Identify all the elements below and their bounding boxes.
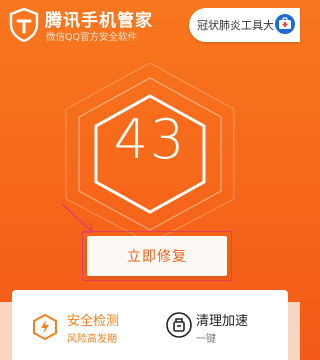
feature-subtitle: 一键: [196, 334, 216, 345]
cleaning-box-icon: [166, 312, 192, 338]
shield-logo-icon: [9, 8, 39, 42]
feature-subtitle: 风险高发期: [67, 334, 117, 345]
fix-now-button[interactable]: 立即修复: [87, 236, 227, 276]
feature-title: 安全检测: [67, 314, 120, 329]
medical-kit-icon[interactable]: [273, 12, 297, 36]
promo-label: 冠状肺炎工具大全: [197, 19, 285, 32]
app-title: 腾讯手机管家: [45, 11, 153, 31]
card-shadow-left: [0, 302, 12, 360]
feature-clean-speedup[interactable]: 清理加速 一键: [150, 290, 288, 360]
feature-title: 清理加速: [196, 314, 249, 329]
security-score: 43: [113, 108, 187, 171]
app-subtitle: 微信QQ官方安全软件: [46, 32, 137, 43]
feature-card: 安全检测 风险高发期 清理加速 一键: [12, 290, 288, 360]
card-shadow-right: [288, 302, 300, 360]
feature-security-check[interactable]: 安全检测 风险高发期: [12, 290, 150, 360]
lightning-shield-icon: [33, 314, 57, 340]
